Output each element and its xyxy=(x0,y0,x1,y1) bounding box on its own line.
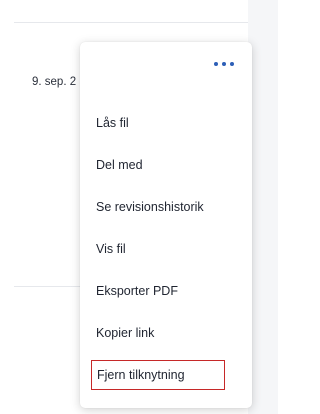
context-menu: Lås fil Del med Se revisionshistorik Vis… xyxy=(80,42,252,408)
menu-item-lock-file[interactable]: Lås fil xyxy=(96,115,129,131)
menu-item-copy-link[interactable]: Kopier link xyxy=(96,325,154,341)
dot xyxy=(222,62,226,66)
menu-item-view-file[interactable]: Vis fil xyxy=(96,241,126,257)
dot xyxy=(230,62,234,66)
date-cell: 9. sep. 2 xyxy=(32,76,77,88)
menu-item-remove-link[interactable]: Fjern tilknytning xyxy=(91,360,225,390)
menu-item-export-pdf[interactable]: Eksporter PDF xyxy=(96,283,178,299)
row-divider xyxy=(14,22,248,23)
more-horizontal-icon[interactable] xyxy=(214,60,234,68)
menu-item-revision-history[interactable]: Se revisionshistorik xyxy=(96,199,204,215)
menu-item-share-with[interactable]: Del med xyxy=(96,157,143,173)
dot xyxy=(214,62,218,66)
side-strip xyxy=(248,0,278,414)
